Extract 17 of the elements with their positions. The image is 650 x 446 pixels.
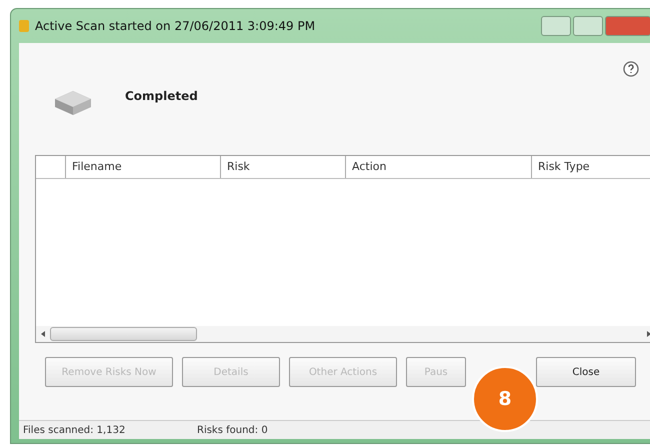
dialog-button[interactable]: Close [536, 357, 636, 387]
column-header[interactable]: Filename [66, 156, 221, 178]
app-icon [19, 20, 29, 32]
scroll-left-icon[interactable] [40, 331, 46, 337]
help-icon[interactable] [623, 61, 639, 77]
window-title: Active Scan started on 27/06/2011 3:09:49 PM [35, 19, 316, 33]
horizontal-scrollbar[interactable] [36, 326, 650, 342]
status-text: Files scanned: 1,132 [22, 424, 126, 436]
scroll-thumb[interactable] [50, 327, 197, 341]
column-header[interactable]: Action [346, 156, 532, 178]
column-header[interactable]: Risk Type [532, 156, 650, 178]
status-text: Risks found: 0 [196, 424, 269, 436]
column-header[interactable]: Risk [221, 156, 346, 178]
minimize-button[interactable] [541, 16, 571, 36]
maximize-button[interactable] [573, 16, 603, 36]
scan-status: Completed [125, 89, 198, 103]
close-window-button[interactable] [605, 16, 650, 36]
